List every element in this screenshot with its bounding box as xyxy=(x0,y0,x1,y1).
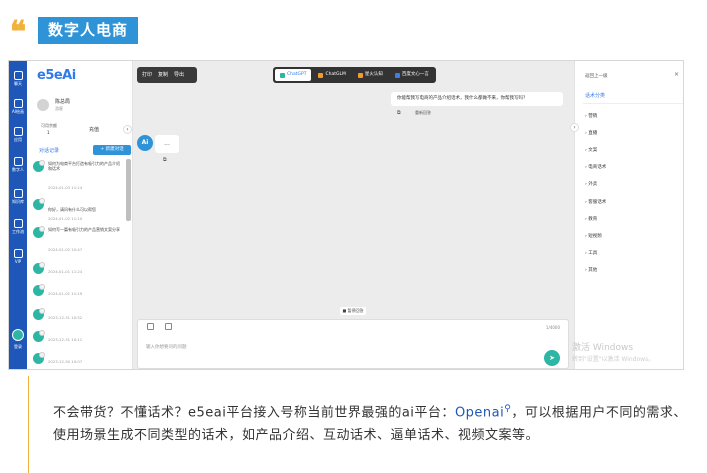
copy-reply-icon[interactable]: ⧉ xyxy=(163,157,167,163)
flow-icon xyxy=(13,219,23,228)
user-state: 游客 xyxy=(55,106,63,111)
chat-main: 打印 复制 导出 ChatGPT ChatGLM 星火认知 百度文心一言 你能帮我写… xyxy=(133,61,574,369)
login-avatar[interactable] xyxy=(12,329,24,341)
collapse-sidebar-button[interactable]: ‹ xyxy=(123,125,132,134)
category-item[interactable]: › 营销 xyxy=(585,113,597,119)
send-button[interactable]: ➤ xyxy=(544,350,560,366)
user-avatar[interactable] xyxy=(37,99,49,111)
user-name: 陈总局 xyxy=(55,99,71,105)
bot-icon xyxy=(33,284,45,296)
file-tool-icon[interactable] xyxy=(165,323,172,330)
bot-icon xyxy=(33,352,45,364)
history-scrollbar[interactable] xyxy=(126,159,131,221)
category-item[interactable]: › 直播 xyxy=(585,130,597,136)
category-item[interactable]: › 其他 xyxy=(585,267,597,273)
tab-chatglm[interactable]: ChatGLM xyxy=(313,69,350,81)
chatglm-icon xyxy=(318,72,324,78)
panel-title: 话术分类 xyxy=(585,93,606,99)
paint-icon xyxy=(13,99,23,108)
article-page: ❝ 数字人电商 聊天 AI绘画 应用 数字人 知识库 工作流 VIP 登录 e5… xyxy=(0,0,707,473)
recharge-link[interactable]: 充值 xyxy=(89,126,99,133)
divider xyxy=(583,103,683,104)
wenxin-icon xyxy=(394,72,400,78)
regenerate-button[interactable]: 重新回答 xyxy=(415,110,431,116)
history-sidebar: e5eAi 陈总局 游客 可用余额 1 充值 ‹ 对话记录 + 新建对话 如何为… xyxy=(27,61,133,369)
app-screenshot: 聊天 AI绘画 应用 数字人 知识库 工作流 VIP 登录 e5eAi 陈总局 … xyxy=(8,60,684,370)
chat-toolbar: 打印 复制 导出 xyxy=(137,67,197,83)
category-item[interactable]: › 外卖 xyxy=(585,181,597,187)
bot-icon xyxy=(33,226,45,238)
bot-icon xyxy=(33,160,45,172)
image-tool-icon[interactable] xyxy=(147,323,154,330)
quote-bar xyxy=(28,376,29,473)
book-icon xyxy=(13,189,23,198)
pause-button[interactable]: ■ 暂停回答 xyxy=(340,307,366,315)
nav-knowledge[interactable]: 知识库 xyxy=(9,189,27,204)
chat-input-box[interactable]: 1/4000 输入你想要问的问题 ➤ xyxy=(137,319,569,369)
user-message: 你能帮我写电商的产品介绍话术，我什么都做不来，你帮我写吗？ xyxy=(391,92,563,106)
bot-avatar: Ai xyxy=(137,135,153,151)
app-logo: e5eAi xyxy=(37,68,76,83)
app-nav-bar: 聊天 AI绘画 应用 数字人 知识库 工作流 VIP 登录 xyxy=(9,61,27,369)
category-item[interactable]: › 文案 xyxy=(585,147,597,153)
nav-vip[interactable]: VIP xyxy=(9,249,27,264)
close-icon[interactable]: × xyxy=(674,71,679,78)
history-title: 对话记录 xyxy=(39,148,60,154)
bot-message: ... xyxy=(155,135,179,153)
tab-wenxin[interactable]: 百度文心一言 xyxy=(390,69,434,81)
section-tag: 数字人电商 xyxy=(38,17,139,44)
bot-icon xyxy=(33,198,45,210)
category-item[interactable]: › 电商话术 xyxy=(585,164,606,170)
copy-button[interactable]: 复制 xyxy=(158,72,168,78)
app-icon xyxy=(13,127,23,136)
bot-icon xyxy=(33,330,45,342)
balance-label: 可用余额 xyxy=(41,123,57,128)
spark-icon xyxy=(357,72,363,78)
tab-spark[interactable]: 星火认知 xyxy=(353,69,388,81)
quote-mark-icon: ❝ xyxy=(10,15,27,50)
openai-link[interactable]: Openai xyxy=(455,405,504,420)
person-icon xyxy=(13,157,23,166)
export-button[interactable]: 导出 xyxy=(174,72,184,78)
category-item[interactable]: › 工具 xyxy=(585,250,597,256)
windows-watermark: 激活 Windows xyxy=(572,343,634,353)
balance-value: 1 xyxy=(47,130,50,135)
copy-message-icon[interactable]: ⧉ xyxy=(397,110,401,116)
nav-paint[interactable]: AI绘画 xyxy=(9,99,27,114)
vip-icon xyxy=(13,249,23,258)
panel-back-link[interactable]: 返回上一级 xyxy=(585,73,608,79)
article-caption: 不会带货？不懂话术？e5eai平台接入号称当前世界最强的ai平台：Openai⚲… xyxy=(53,404,687,444)
nav-app[interactable]: 应用 xyxy=(9,127,27,142)
nav-digital-human[interactable]: 数字人 xyxy=(9,157,27,172)
category-item[interactable]: › 客服话术 xyxy=(585,199,606,205)
bot-icon xyxy=(33,262,45,274)
bot-icon xyxy=(33,308,45,320)
nav-login[interactable]: 登录 xyxy=(9,343,27,349)
nav-workflow[interactable]: 工作流 xyxy=(9,219,27,234)
model-tabs: ChatGPT ChatGLM 星火认知 百度文心一言 xyxy=(273,67,436,83)
script-category-panel: › 返回上一级 × 话术分类 › 营销 › 直播 › 文案 › 电商话术 › 外… xyxy=(570,61,683,369)
tab-chatgpt[interactable]: ChatGPT xyxy=(275,69,312,81)
nav-chat[interactable]: 聊天 xyxy=(9,71,27,86)
category-item[interactable]: › 短视频 xyxy=(585,233,602,239)
expand-panel-button[interactable]: › xyxy=(570,123,579,132)
chat-input[interactable]: 输入你想要问的问题 xyxy=(146,344,187,350)
category-item[interactable]: › 教育 xyxy=(585,216,597,222)
print-button[interactable]: 打印 xyxy=(142,72,152,78)
char-count: 1/4000 xyxy=(545,325,560,330)
chatgpt-icon xyxy=(280,72,285,78)
windows-watermark-hint: 转到"设置"以激活 Windows。 xyxy=(572,356,655,363)
new-chat-button[interactable]: + 新建对话 xyxy=(93,145,131,155)
chat-icon xyxy=(13,71,23,80)
